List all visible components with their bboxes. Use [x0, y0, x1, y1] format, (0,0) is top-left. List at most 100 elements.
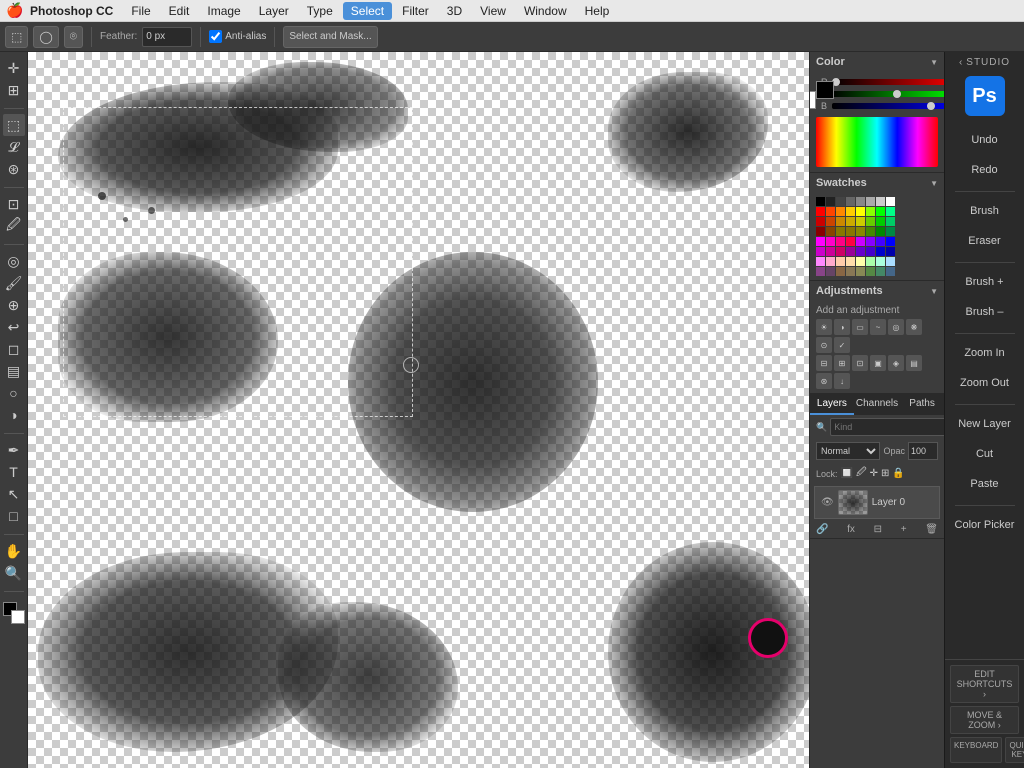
swatch-color[interactable] [876, 197, 885, 206]
menu-view[interactable]: View [472, 2, 514, 20]
adj-threshold[interactable]: ◈ [888, 355, 904, 371]
swatch-color[interactable] [866, 197, 875, 206]
swatch-color[interactable] [826, 207, 835, 216]
color-spectrum[interactable] [816, 117, 938, 167]
swatch-color[interactable] [856, 227, 865, 236]
canvas-area[interactable] [28, 52, 809, 768]
bg-color-preview[interactable] [809, 91, 816, 109]
swatch-color[interactable] [856, 257, 865, 266]
adj-gradient-map[interactable]: ▤ [906, 355, 922, 371]
swatch-color[interactable] [816, 217, 825, 226]
swatch-color[interactable] [826, 227, 835, 236]
swatch-color[interactable] [816, 257, 825, 266]
swatch-color[interactable] [816, 227, 825, 236]
add-style-btn[interactable]: fx [847, 524, 855, 535]
lock-transparent-icon[interactable]: 🔲 [841, 468, 853, 479]
swatch-color[interactable] [886, 237, 895, 246]
color-panel-header[interactable]: Color ▼ [810, 52, 944, 72]
anti-alias-checkbox[interactable] [209, 30, 222, 43]
move-zoom-btn[interactable]: MOVE & ZOOM › [950, 706, 1019, 734]
move-tool[interactable]: ✛ [3, 57, 25, 79]
menu-image[interactable]: Image [199, 2, 248, 20]
select-and-mask-btn[interactable]: Select and Mask... [283, 26, 377, 48]
brush-btn[interactable]: Brush [950, 197, 1020, 225]
swatch-color[interactable] [876, 237, 885, 246]
swatch-color[interactable] [846, 207, 855, 216]
keyboard-btn[interactable]: KEYBOARD [950, 737, 1002, 763]
adj-bw[interactable]: ⊟ [816, 355, 832, 371]
swatch-color[interactable] [856, 197, 865, 206]
swatch-color[interactable] [836, 267, 845, 276]
swatch-color[interactable] [866, 207, 875, 216]
r-slider[interactable] [832, 79, 944, 85]
opacity-input[interactable] [908, 442, 938, 460]
adj-down[interactable]: ↓ [834, 373, 850, 389]
path-select-tool[interactable]: ↖ [3, 483, 25, 505]
g-slider[interactable] [832, 91, 944, 97]
color-picker-btn[interactable]: Color Picker [950, 511, 1020, 539]
adj-curves[interactable]: ~ [870, 319, 886, 335]
crop-tool[interactable]: ⊡ [3, 193, 25, 215]
artboard-tool[interactable]: ⊞ [3, 79, 25, 101]
adj-selective[interactable]: ⊛ [816, 373, 832, 389]
menu-3d[interactable]: 3D [439, 2, 470, 20]
gradient-tool[interactable]: ▤ [3, 360, 25, 382]
swatch-color[interactable] [876, 227, 885, 236]
swatch-color[interactable] [866, 257, 875, 266]
tool-select-lasso[interactable]: ⌾ [64, 26, 83, 48]
tool-select-rect[interactable]: ⬚ [5, 26, 28, 48]
swatch-color[interactable] [826, 257, 835, 266]
marquee-tool[interactable]: ⬚ [3, 114, 25, 136]
edit-shortcuts-btn[interactable]: EDIT SHORTCUTS › [950, 665, 1019, 703]
adj-photo[interactable]: ⊞ [834, 355, 850, 371]
swatch-color[interactable] [846, 267, 855, 276]
pen-tool[interactable]: ✒ [3, 439, 25, 461]
lock-pixels-icon[interactable]: 🖉 [856, 465, 867, 482]
adj-channel[interactable]: ⊡ [852, 355, 868, 371]
ps-icon[interactable]: Ps [965, 76, 1005, 116]
swatch-color[interactable] [836, 207, 845, 216]
swatch-color[interactable] [846, 197, 855, 206]
swatch-color[interactable] [886, 267, 895, 276]
swatch-color[interactable] [856, 247, 865, 256]
swatch-color[interactable] [816, 237, 825, 246]
swatch-color[interactable] [836, 197, 845, 206]
swatch-color[interactable] [826, 247, 835, 256]
swatch-color[interactable] [816, 247, 825, 256]
swatch-color[interactable] [856, 237, 865, 246]
tab-channels[interactable]: Channels [854, 394, 900, 415]
adj-contrast[interactable]: ◑ [834, 319, 850, 335]
clone-tool[interactable]: ⊕ [3, 294, 25, 316]
swatch-color[interactable] [856, 217, 865, 226]
menu-filter[interactable]: Filter [394, 2, 437, 20]
blend-mode-select[interactable]: Normal [816, 442, 880, 460]
fg-color-preview[interactable] [816, 81, 834, 99]
paste-btn[interactable]: Paste [950, 470, 1020, 498]
adj-check[interactable]: ✓ [834, 337, 850, 353]
menu-layer[interactable]: Layer [251, 2, 297, 20]
add-link-btn[interactable]: 🔗 [816, 524, 828, 535]
brush-tool[interactable]: 🖌 [3, 272, 25, 294]
menu-select[interactable]: Select [343, 2, 392, 20]
adj-levels[interactable]: ▭ [852, 319, 868, 335]
menu-edit[interactable]: Edit [161, 2, 198, 20]
tab-paths[interactable]: Paths [900, 394, 944, 415]
swatch-color[interactable] [886, 207, 895, 216]
layer-0-item[interactable]: 👁 Layer 0 [814, 486, 940, 519]
zoom-in-btn[interactable]: Zoom In [950, 339, 1020, 367]
background-color[interactable] [11, 610, 25, 624]
add-mask-btn[interactable]: ⊟ [874, 524, 882, 535]
tool-select-ellipse[interactable]: ◯ [33, 26, 58, 48]
swatch-color[interactable] [876, 257, 885, 266]
swatch-color[interactable] [886, 257, 895, 266]
new-layer-studio-btn[interactable]: New Layer [950, 410, 1020, 438]
quick-keys-btn[interactable]: QUICK KEYS [1005, 737, 1024, 763]
swatch-color[interactable] [886, 217, 895, 226]
swatch-color[interactable] [856, 207, 865, 216]
menu-type[interactable]: Type [299, 2, 341, 20]
adj-hsl[interactable]: ⊙ [816, 337, 832, 353]
lasso-tool[interactable]: 𝓛 [3, 136, 25, 158]
eraser-tool[interactable]: ◻ [3, 338, 25, 360]
swatch-color[interactable] [816, 197, 825, 206]
swatch-color[interactable] [886, 247, 895, 256]
